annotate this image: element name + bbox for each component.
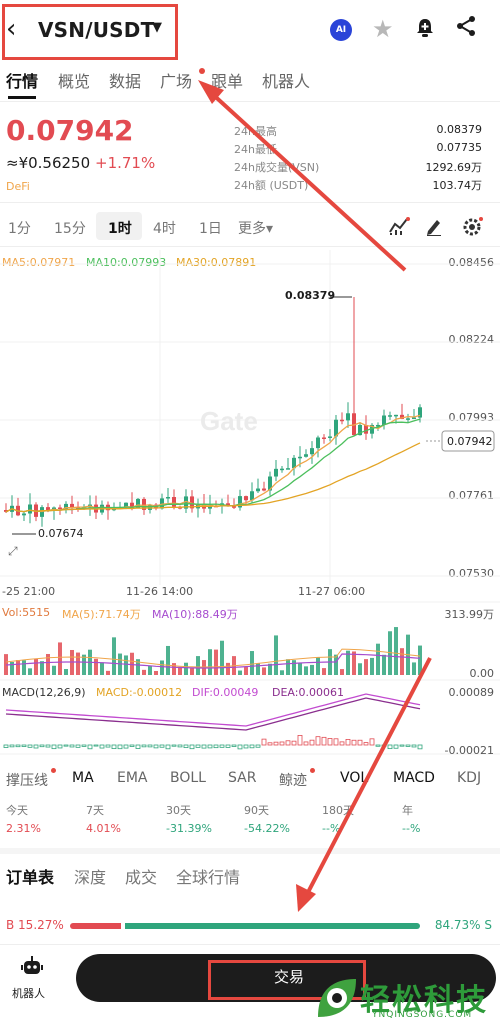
screen: ‹ VSN/USDT ▼ AI ★ 行情 概览 数据 广场 跟单 机器人 0.0…: [0, 0, 500, 1022]
arrow-head: [296, 884, 316, 912]
annotation-arrows: [198, 80, 432, 912]
arrow-line: [206, 88, 407, 272]
arrow-line: [302, 657, 432, 901]
